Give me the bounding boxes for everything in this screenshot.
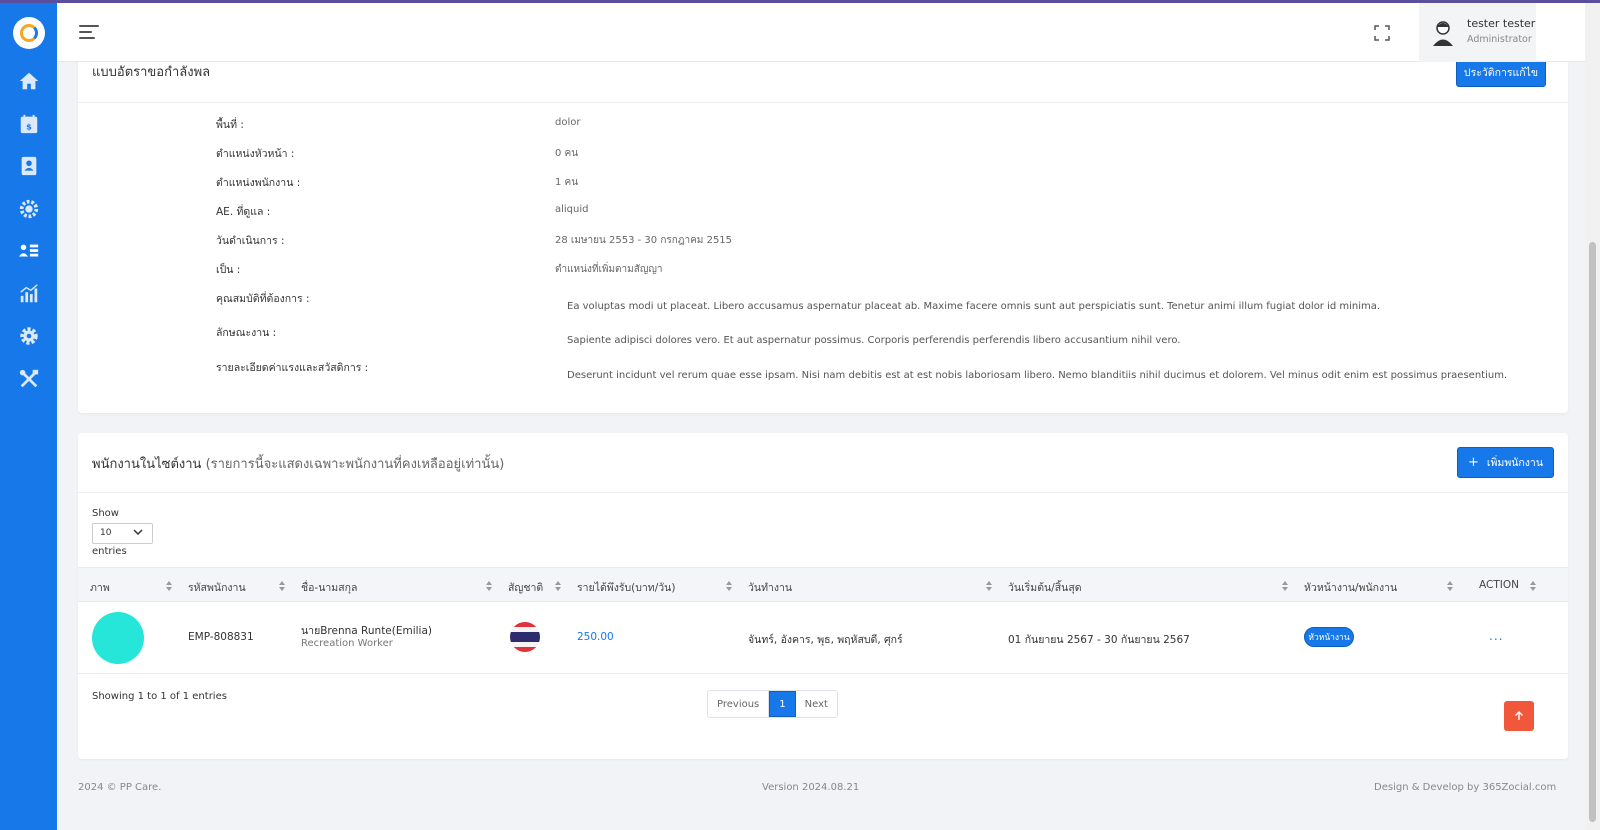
top-header: tester tester Administrator [57, 3, 1585, 62]
employee-photo [92, 612, 144, 664]
table-info: Showing 1 to 1 of 1 entries [92, 691, 227, 702]
add-employee-button[interactable]: + เพิ่มพนักงาน [1457, 447, 1554, 478]
sort-icon[interactable] [166, 581, 172, 591]
top-accent-line [0, 0, 1600, 3]
field-label-supervisor-count: ตำแหน่งหัวหน้า : [216, 148, 295, 160]
field-value-qualification: Ea voluptas modi ut placeat. Libero accu… [567, 301, 1381, 312]
sort-icon[interactable] [986, 581, 992, 591]
sort-icon[interactable] [279, 581, 285, 591]
column-header-role[interactable]: หัวหน้างาน/พนักงาน [1304, 579, 1397, 596]
employee-code: EMP-808831 [188, 631, 254, 643]
entries-select-value: 10 [100, 528, 112, 538]
role-badge: หัวหน้างาน [1304, 627, 1354, 647]
footer-version: Version 2024.08.21 [762, 782, 860, 793]
page-scrollbar[interactable] [1585, 0, 1600, 830]
column-header-nationality[interactable]: สัญชาติ [508, 579, 543, 596]
employee-card-title: พนักงานในไซต์งาน (รายการนี้จะแสดงเฉพาะพน… [92, 453, 504, 474]
table-header: ภาพ รหัสพนักงาน ชื่อ-นามสกุล สัญชาติ ราย… [78, 567, 1568, 602]
field-value-wage-benefits: Deserunt incidunt vel rerum quae esse ip… [567, 370, 1508, 381]
field-label-job-description: ลักษณะงาน : [216, 327, 277, 339]
user-name: tester tester [1467, 17, 1536, 30]
show-label: Show [92, 508, 119, 519]
employee-period: 01 กันยายน 2567 - 30 กันยายน 2567 [1008, 634, 1190, 646]
chart-icon[interactable] [16, 281, 42, 307]
sort-icon[interactable] [1282, 581, 1288, 591]
field-label-wage-benefits: รายละเอียดค่าแรงและสวัสดิการ : [216, 362, 369, 374]
sort-icon[interactable] [726, 581, 732, 591]
settings-icon[interactable] [16, 323, 42, 349]
field-value-employee-count: 1 คน [555, 177, 579, 188]
field-value-supervisor-count: 0 คน [555, 148, 579, 159]
arrow-up-icon [1515, 711, 1523, 720]
team-gear-icon[interactable] [16, 196, 42, 222]
column-header-workdays[interactable]: วันทำงาน [748, 579, 792, 596]
app-logo[interactable] [13, 17, 45, 49]
fullscreen-icon[interactable] [1374, 25, 1390, 41]
tools-icon[interactable] [16, 366, 42, 392]
add-employee-label: เพิ่มพนักงาน [1486, 457, 1543, 469]
position-detail-card: แบบอัตราขอกำลังพล ประวัติการแก้ไข พื้นที… [78, 40, 1568, 413]
field-label-qualification: คุณสมบัติที่ต้องการ : [216, 293, 310, 305]
employee-card-subtitle: (รายการนี้จะแสดงเฉพาะพนักงานที่คงเหลืออย… [205, 457, 505, 472]
field-value-type: ตำแหน่งที่เพิ่มตามสัญญา [555, 264, 663, 275]
menu-toggle-icon[interactable] [79, 25, 99, 41]
sort-icon[interactable] [555, 581, 561, 591]
pagination-next[interactable]: Next [796, 691, 837, 717]
employee-workdays: จันทร์, อังคาร, พุธ, พฤหัสบดี, ศุกร์ [748, 634, 903, 646]
chevron-down-icon [133, 527, 143, 540]
thai-flag-icon [510, 622, 540, 652]
table-row: EMP-808831 นายBrenna Runte(Emilia) Recre… [78, 602, 1568, 674]
sort-icon[interactable] [486, 581, 492, 591]
field-label-operation-date: วันดำเนินการ : [216, 235, 285, 247]
employee-card-title-text: พนักงานในไซต์งาน [92, 457, 202, 472]
home-icon[interactable] [16, 68, 42, 94]
contact-book-icon[interactable] [16, 153, 42, 179]
column-header-action: ACTION [1479, 579, 1519, 591]
field-value-operation-date: 28 เมษายน 2553 - 30 กรกฎาคม 2515 [555, 235, 733, 246]
pagination: Previous 1 Next [707, 690, 838, 718]
field-value-job-description: Sapiente adipisci dolores vero. Et aut a… [567, 335, 1181, 346]
field-label-ae: AE. ที่ดูแล : [216, 206, 271, 218]
field-value-ae: aliquid [555, 204, 589, 215]
column-header-name[interactable]: ชื่อ-นามสกุล [301, 579, 357, 596]
sort-icon[interactable] [1447, 581, 1453, 591]
sort-icon[interactable] [1530, 581, 1536, 591]
field-value-area: dolor [555, 117, 581, 128]
field-label-employee-count: ตำแหน่งพนักงาน : [216, 177, 301, 189]
employee-income[interactable]: 250.00 [577, 631, 614, 643]
field-label-type: เป็น : [216, 264, 241, 276]
footer-copyright: 2024 © PP Care. [78, 782, 162, 793]
entries-per-page-select[interactable]: 10 [92, 523, 153, 544]
svg-text:$: $ [26, 122, 32, 132]
pagination-previous[interactable]: Previous [708, 691, 770, 717]
user-avatar-icon [1431, 19, 1455, 47]
user-list-icon[interactable] [16, 238, 42, 264]
plus-icon: + [1468, 455, 1479, 470]
calendar-money-icon[interactable]: $ [16, 111, 42, 137]
employee-name: นายBrenna Runte(Emilia) [301, 625, 433, 637]
pagination-page-1[interactable]: 1 [769, 691, 796, 717]
column-header-code[interactable]: รหัสพนักงาน [188, 579, 246, 596]
scroll-to-top-button[interactable] [1504, 701, 1534, 731]
entries-label: entries [92, 546, 127, 557]
position-card-title: แบบอัตราขอกำลังพล [92, 65, 211, 80]
column-header-income[interactable]: รายได้พึงรับ(บาท/วัน) [577, 579, 675, 596]
employee-list-card: พนักงานในไซต์งาน (รายการนี้จะแสดงเฉพาะพน… [78, 433, 1568, 759]
field-label-area: พื้นที่ : [216, 119, 244, 131]
row-action-menu-icon[interactable]: ... [1489, 629, 1503, 643]
footer-credit[interactable]: Design & Develop by 365Zocial.com [1374, 782, 1556, 793]
column-header-photo[interactable]: ภาพ [90, 579, 110, 596]
sidebar: $ [0, 0, 57, 830]
employee-job: Recreation Worker [301, 638, 393, 649]
column-header-period[interactable]: วันเริ่มต้น/สิ้นสุด [1008, 579, 1082, 596]
user-role: Administrator [1467, 34, 1532, 45]
user-menu[interactable]: tester tester Administrator [1419, 3, 1536, 62]
